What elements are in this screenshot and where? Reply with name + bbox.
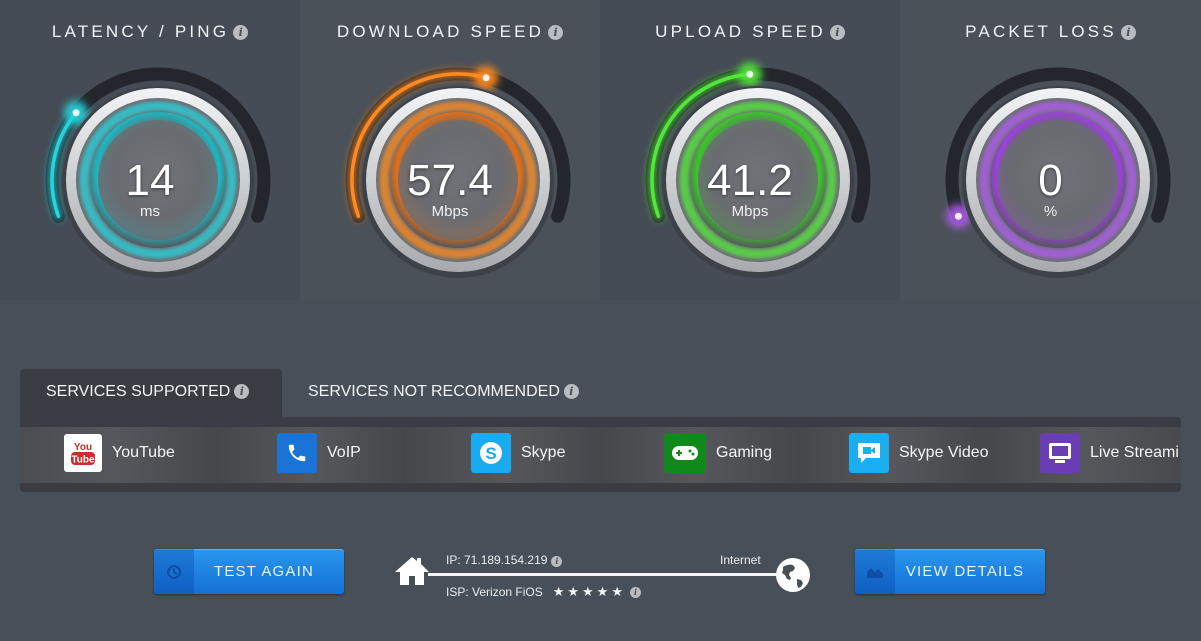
services-panel: You Tube YouTube VoIP S Skype Gaming Sky… <box>20 417 1181 492</box>
gauge-dial <box>645 62 871 278</box>
info-icon[interactable]: i <box>234 384 250 399</box>
internet-label: Internet <box>720 553 761 567</box>
gauge-indicator <box>72 109 80 117</box>
area-chart-icon <box>855 549 895 594</box>
service-label: Live Streami <box>1090 444 1179 461</box>
service-item-gaming: Gaming <box>664 433 772 473</box>
monitor-icon <box>1040 433 1080 473</box>
service-label: Skype <box>521 444 566 461</box>
svg-text:Tube: Tube <box>71 455 95 466</box>
service-label: Skype Video <box>899 444 989 461</box>
gauge-download: DOWNLOAD SPEED i 57.4 Mbps <box>300 0 600 300</box>
tab-services-supported[interactable]: SERVICES SUPPORTED i <box>20 369 282 417</box>
services-tabs: SERVICES SUPPORTED i SERVICES NOT RECOMME… <box>20 369 605 417</box>
gauge-indicator <box>746 70 754 78</box>
svg-text:S: S <box>485 444 496 463</box>
service-label: Gaming <box>716 444 773 461</box>
skype-icon: S <box>471 433 511 473</box>
star-icon: ★ <box>582 584 594 599</box>
gauge-latency: LATENCY / PING i 14 ms <box>0 0 300 300</box>
service-item-skype: S Skype <box>471 433 565 473</box>
connection-info: IP: 71.189.154.219 i ISP: Verizon FiOS ★ ★… <box>393 548 813 603</box>
services-list: You Tube YouTube VoIP S Skype Gaming Sky… <box>20 427 1181 483</box>
test-again-button[interactable]: TEST AGAIN <box>154 549 344 594</box>
info-icon[interactable]: i <box>551 556 563 567</box>
gauge-value: 14 <box>125 156 175 205</box>
isp-rating: ★ ★ ★ ★ ★ <box>553 584 626 600</box>
youtube-icon: You Tube <box>64 434 102 472</box>
gamepad-icon <box>664 433 706 473</box>
gauge-unit: ms <box>140 203 160 220</box>
info-icon[interactable]: i <box>563 384 579 399</box>
gauge-unit: Mbps <box>731 203 769 220</box>
service-item-youtube: You Tube YouTube <box>64 433 175 473</box>
connection-line <box>428 573 781 576</box>
gauge-indicator <box>482 74 490 82</box>
video-chat-icon <box>849 433 889 473</box>
ip-address: IP: 71.189.154.219 i <box>446 553 563 567</box>
isp-info: ISP: Verizon FiOS ★ ★ ★ ★ ★ i <box>446 584 641 600</box>
star-icon: ★ <box>567 584 580 599</box>
gauge-dial <box>945 67 1171 278</box>
service-item-live-streaming: Live Streami <box>1040 433 1179 473</box>
tab-services-not-recommended[interactable]: SERVICES NOT RECOMMENDED i <box>282 369 605 417</box>
home-icon <box>393 555 431 592</box>
star-icon: ★ <box>611 584 623 599</box>
gauge-value: 0 <box>1038 156 1063 205</box>
gauge-unit: Mbps <box>431 203 469 220</box>
gauge-packet-loss: PACKET LOSS i 0 % <box>900 0 1201 300</box>
gauge-value: 57.4 <box>407 156 493 205</box>
gauge-dial <box>345 65 571 278</box>
gauge-value: 41.2 <box>707 156 793 205</box>
gauges-row: LATENCY / PINGi 14 ms DOWNLOAD SPEEDi <box>0 0 1201 300</box>
gauge-upload: UPLOAD SPEED i 41.2 Mbps <box>600 0 900 300</box>
gauge-dial <box>45 67 271 278</box>
phone-icon <box>277 433 317 473</box>
service-item-voip: VoIP <box>277 433 361 473</box>
gauge-unit: % <box>1043 203 1058 220</box>
info-icon[interactable]: i <box>629 586 641 598</box>
service-label: YouTube <box>112 444 175 461</box>
service-item-skype-video: Skype Video <box>849 433 989 473</box>
globe-icon <box>775 557 811 598</box>
svg-text:You: You <box>74 442 92 453</box>
view-details-button[interactable]: VIEW DETAILS <box>855 549 1045 594</box>
star-icon: ★ <box>552 584 565 599</box>
history-icon <box>154 549 194 594</box>
service-label: VoIP <box>327 444 361 461</box>
star-icon: ★ <box>596 584 609 599</box>
